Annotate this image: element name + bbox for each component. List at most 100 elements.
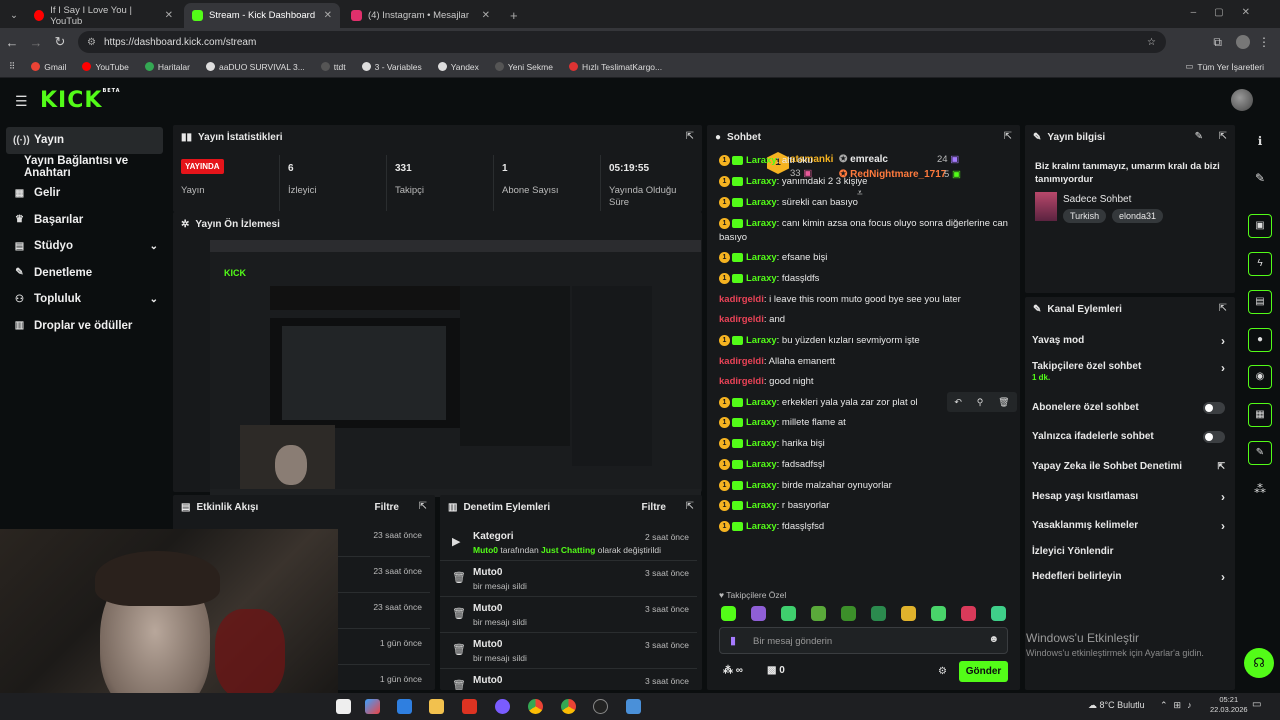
- action-ai-moderation[interactable]: Yapay Zeka ile Sohbet Denetimi ⇱: [1025, 452, 1235, 481]
- edit-icon[interactable]: ✎: [1195, 131, 1203, 142]
- chat-username[interactable]: Laraxy: [746, 197, 777, 208]
- sidebar-item-stream[interactable]: ((·)) Yayın: [6, 127, 163, 154]
- close-tab-icon[interactable]: ✕: [482, 10, 490, 21]
- forward-icon[interactable]: →: [24, 35, 48, 50]
- action-subs-only[interactable]: Abonelere özel sohbet: [1025, 393, 1235, 422]
- browser-tab-youtube[interactable]: If I Say I Love You | YouTub ✕: [26, 3, 181, 28]
- bookmark-yandex[interactable]: Yandex: [437, 62, 479, 72]
- clock[interactable]: 05:21 22.03.2026: [1210, 695, 1248, 715]
- hamburger-menu-icon[interactable]: ☰: [15, 93, 28, 110]
- chat-message[interactable]: 1 Laraxy: altı oku: [719, 154, 1009, 168]
- url-field[interactable]: ⚙ https://dashboard.kick.com/stream ☆: [78, 31, 1166, 53]
- apps-grid-icon[interactable]: ⠿: [9, 61, 15, 72]
- activity-filter-button[interactable]: Filtre: [375, 502, 399, 513]
- tag-pill[interactable]: elonda31: [1112, 209, 1164, 223]
- taskbar-app-icon[interactable]: [462, 699, 477, 714]
- action-followers-only[interactable]: Takipçilere özel sohbet 1 dk. ›: [1025, 355, 1235, 389]
- chat-username[interactable]: Laraxy: [746, 176, 777, 187]
- chat-message[interactable]: 1 Laraxy: millete flame at: [719, 416, 1009, 430]
- reply-icon[interactable]: ↶: [954, 397, 962, 408]
- chat-username[interactable]: Laraxy: [746, 500, 777, 511]
- bookmark-new-tab[interactable]: Yeni Sekme: [494, 62, 553, 72]
- action-slow-mode[interactable]: Yavaş mod ›: [1025, 326, 1235, 355]
- clip-icon[interactable]: ▣: [1248, 214, 1272, 238]
- wrench-icon[interactable]: ✎: [1248, 441, 1272, 465]
- emote-icon[interactable]: [991, 606, 1006, 621]
- weather-widget[interactable]: ☁ 8°C Bulutlu: [1088, 700, 1145, 711]
- close-tab-icon[interactable]: ✕: [165, 10, 173, 21]
- action-emotes-only[interactable]: Yalnızca ifadelerle sohbet: [1025, 422, 1235, 451]
- expand-icon[interactable]: ⇱: [1219, 303, 1227, 314]
- chat-username[interactable]: Laraxy: [746, 273, 777, 284]
- bookmark-gmail[interactable]: Gmail: [31, 62, 66, 72]
- delete-icon[interactable]: 🗑: [998, 397, 1009, 408]
- sidebar-item-achievements[interactable]: ♛ Başarılar: [0, 207, 168, 234]
- emote-icon[interactable]: [811, 606, 826, 621]
- chat-username[interactable]: Laraxy: [746, 155, 777, 166]
- browser-tab-kick[interactable]: Stream - Kick Dashboard ✕: [184, 3, 340, 28]
- chat-username[interactable]: Laraxy: [746, 335, 777, 346]
- chat-username[interactable]: kadirgeldi: [719, 376, 764, 387]
- all-bookmarks[interactable]: ▭ Tüm Yer İşaretleri: [1185, 61, 1264, 72]
- chat-message[interactable]: 1 Laraxy: harika bişi: [719, 437, 1009, 451]
- chat-message[interactable]: 1 Laraxy: fadsadfsşl: [719, 458, 1009, 472]
- chat-username[interactable]: kadirgeldi: [719, 356, 764, 367]
- kick-logo[interactable]: KICKBETA: [40, 88, 121, 113]
- chat-message[interactable]: 1 Laraxy: yanımdaki 2 3 kişiye: [719, 175, 1009, 189]
- emote-icon[interactable]: [721, 606, 736, 621]
- action-goals[interactable]: Hedefleri belirleyin ›: [1025, 562, 1235, 591]
- browser-tab-instagram[interactable]: (4) Instagram • Mesajlar ✕: [343, 3, 498, 28]
- sidebar-item-stream-key[interactable]: Yayın Bağlantısı ve Anahtarı: [0, 154, 168, 181]
- emote-icon[interactable]: [871, 606, 886, 621]
- chat-username[interactable]: Laraxy: [746, 521, 777, 532]
- expand-icon[interactable]: ⇱: [686, 501, 694, 512]
- chat-message[interactable]: kadirgeldi: and: [719, 313, 1009, 327]
- chat-message[interactable]: 1 Laraxy: fdasşldfs: [719, 272, 1009, 286]
- info-icon[interactable]: ℹ: [1248, 129, 1272, 153]
- close-tab-icon[interactable]: ✕: [324, 10, 332, 21]
- subs-only-toggle[interactable]: [1203, 401, 1225, 414]
- reload-icon[interactable]: ↻: [48, 34, 72, 50]
- lightning-icon[interactable]: ϟ: [1248, 252, 1272, 276]
- sidebar-item-drops[interactable]: ▥ Droplar ve ödüller: [0, 313, 168, 340]
- emoji-icon[interactable]: ☻: [988, 634, 999, 645]
- chat-username[interactable]: kadirgeldi: [719, 294, 764, 305]
- bookmark-aaduo[interactable]: aaDUO SURVIVAL 3...: [205, 62, 305, 72]
- clipboard-icon[interactable]: ▤: [1248, 290, 1272, 314]
- site-info-icon[interactable]: ⚙: [87, 37, 96, 48]
- chat-input[interactable]: ▮ Bir mesaj gönderin ☻: [719, 627, 1008, 654]
- chat-username[interactable]: Laraxy: [746, 218, 777, 229]
- stream-preview-video[interactable]: KICK: [210, 240, 701, 497]
- sidebar-item-studio[interactable]: ▤ Stüdyo ⌄: [0, 233, 168, 260]
- bookmark-variables[interactable]: 3 - Variables: [361, 62, 422, 72]
- support-icon[interactable]: ☊: [1244, 648, 1274, 678]
- obs-icon[interactable]: [593, 699, 608, 714]
- card-icon[interactable]: ▦: [1248, 403, 1272, 427]
- community-icon[interactable]: ⁂: [1248, 477, 1272, 501]
- chat-message[interactable]: 1 Laraxy: canı kimin azsa ona focus oluyo…: [719, 217, 1009, 245]
- mic-icon[interactable]: ▮: [730, 634, 736, 647]
- bookmark-ttdt[interactable]: ttdt: [320, 62, 346, 72]
- expand-icon[interactable]: ⇱: [1004, 131, 1012, 142]
- broadcast-icon[interactable]: ◉: [1248, 365, 1272, 389]
- window-controls[interactable]: –▢✕: [1191, 7, 1268, 18]
- gift-counter[interactable]: ▩ 0: [767, 665, 785, 676]
- taskbar-app-icon[interactable]: [336, 699, 351, 714]
- emote-icon[interactable]: [841, 606, 856, 621]
- chat-message[interactable]: 1 Laraxy: sürekli can basıyo: [719, 196, 1009, 210]
- chat-message[interactable]: kadirgeldi: good night: [719, 375, 1009, 389]
- chevron-down-icon[interactable]: ⌄: [150, 241, 158, 252]
- sidebar-item-revenue[interactable]: ▦ Gelir: [0, 180, 168, 207]
- tag-pill[interactable]: Turkish: [1063, 209, 1107, 223]
- bookmark-youtube[interactable]: YouTube: [82, 62, 129, 72]
- send-button[interactable]: Gönder: [959, 661, 1008, 682]
- chat-message[interactable]: 1 Laraxy: birde malzahar oynuyorlar: [719, 479, 1009, 493]
- new-tab-button[interactable]: +: [502, 3, 526, 28]
- emote-icon[interactable]: [781, 606, 796, 621]
- chat-message[interactable]: 1 Laraxy: efsane bişi: [719, 251, 1009, 265]
- chat-username[interactable]: Laraxy: [746, 252, 777, 263]
- chat-message[interactable]: 1 Laraxy: bu yüzden kızları sevmiyorm işt…: [719, 334, 1009, 348]
- chat-username[interactable]: Laraxy: [746, 417, 777, 428]
- action-account-age[interactable]: Hesap yaşı kısıtlaması ›: [1025, 482, 1235, 511]
- taskbar-app-icon[interactable]: [397, 699, 412, 714]
